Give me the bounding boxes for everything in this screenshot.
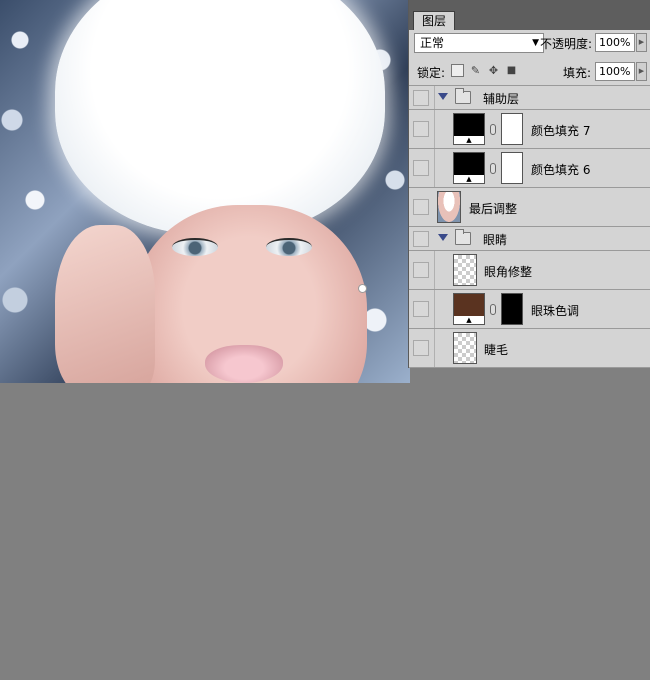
- fill-adjust-icon: ▲: [454, 175, 484, 183]
- fill-thumbnail[interactable]: ▲: [453, 293, 485, 325]
- mask-thumbnail[interactable]: [501, 293, 523, 325]
- visibility-toggle[interactable]: [413, 262, 429, 278]
- layer-name: 最后调整: [469, 202, 518, 216]
- visibility-toggle[interactable]: [413, 301, 429, 317]
- link-icon[interactable]: [490, 163, 496, 174]
- divider: [434, 110, 435, 148]
- lips: [205, 345, 283, 383]
- layer-eye-corner-fix[interactable]: 眼角修整: [409, 251, 650, 290]
- layer-thumbnail[interactable]: [453, 332, 477, 364]
- left-eye: [172, 238, 218, 256]
- divider: [434, 329, 435, 367]
- layer-name: 眼角修整: [484, 265, 533, 279]
- photo-canvas[interactable]: [0, 0, 410, 383]
- tab-layers[interactable]: 图层: [413, 11, 456, 30]
- layer-name: 眼睛: [483, 233, 508, 247]
- blend-mode-value: 正常: [420, 36, 445, 50]
- opacity-slider-arrow-icon[interactable]: ▶: [636, 33, 647, 52]
- hand: [55, 225, 155, 383]
- blend-mode-select[interactable]: 正常 ▼: [414, 33, 544, 53]
- layer-group-helper[interactable]: 辅助层: [409, 86, 650, 110]
- divider: [434, 149, 435, 187]
- layer-final-adjust[interactable]: 最后调整: [409, 188, 650, 227]
- opacity-input[interactable]: 100%: [595, 33, 635, 52]
- layer-name: 眼珠色调: [531, 304, 580, 318]
- lock-label: 锁定:: [417, 66, 446, 80]
- fur-hat: [55, 0, 385, 235]
- visibility-toggle[interactable]: [413, 121, 429, 137]
- earring: [358, 284, 367, 293]
- layer-name: 辅助层: [483, 92, 520, 106]
- fill-input[interactable]: 100%: [595, 62, 635, 81]
- fill-slider-arrow-icon[interactable]: ▶: [636, 62, 647, 81]
- mask-thumbnail[interactable]: [501, 113, 523, 145]
- fill-adjust-icon: ▲: [454, 136, 484, 144]
- link-icon[interactable]: [490, 124, 496, 135]
- lock-row: 锁定: ✎ ✥ ■ 填充: 100% ▶: [409, 56, 650, 86]
- layer-name: 颜色填充 6: [531, 163, 591, 177]
- layer-eyelashes[interactable]: 睫毛: [409, 329, 650, 368]
- layer-color-fill-7[interactable]: ▲ 颜色填充 7: [409, 110, 650, 149]
- panel-tab-bar: 图层: [409, 0, 650, 30]
- expand-triangle-icon[interactable]: [438, 234, 448, 241]
- lock-all-icon[interactable]: ■: [505, 64, 518, 77]
- expand-triangle-icon[interactable]: [438, 93, 448, 100]
- link-icon[interactable]: [490, 304, 496, 315]
- layer-group-eyes[interactable]: 眼睛: [409, 227, 650, 251]
- lock-transparency-icon[interactable]: [451, 64, 464, 77]
- layer-thumbnail[interactable]: [437, 191, 461, 223]
- fill-label: 填充:: [563, 66, 592, 80]
- opacity-label: 不透明度:: [540, 37, 593, 51]
- layer-color-fill-6[interactable]: ▲ 颜色填充 6: [409, 149, 650, 188]
- divider: [434, 290, 435, 328]
- divider: [434, 86, 435, 109]
- lock-brush-icon[interactable]: ✎: [469, 64, 482, 77]
- visibility-toggle[interactable]: [413, 89, 429, 106]
- visibility-toggle[interactable]: [413, 199, 429, 215]
- folder-icon: [455, 229, 471, 245]
- layer-iris-tone[interactable]: ▲ 眼珠色调: [409, 290, 650, 329]
- folder-icon: [455, 88, 471, 104]
- divider: [434, 251, 435, 289]
- right-eye: [266, 238, 312, 256]
- layer-name: 睫毛: [484, 343, 509, 357]
- fill-thumbnail[interactable]: ▲: [453, 113, 485, 145]
- mask-thumbnail[interactable]: [501, 152, 523, 184]
- chevron-down-icon: ▼: [532, 38, 539, 48]
- visibility-toggle[interactable]: [413, 230, 429, 247]
- layers-panel: 图层 正常 ▼ 不透明度: 100% ▶ 锁定: ✎ ✥ ■ 填充: 100% …: [408, 0, 650, 368]
- visibility-toggle[interactable]: [413, 340, 429, 356]
- lock-move-icon[interactable]: ✥: [487, 64, 500, 77]
- fill-thumbnail[interactable]: ▲: [453, 152, 485, 184]
- visibility-toggle[interactable]: [413, 160, 429, 176]
- fill-adjust-icon: ▲: [454, 316, 484, 324]
- layer-thumbnail[interactable]: [453, 254, 477, 286]
- layer-name: 颜色填充 7: [531, 124, 591, 138]
- blend-row: 正常 ▼ 不透明度: 100% ▶: [409, 30, 650, 56]
